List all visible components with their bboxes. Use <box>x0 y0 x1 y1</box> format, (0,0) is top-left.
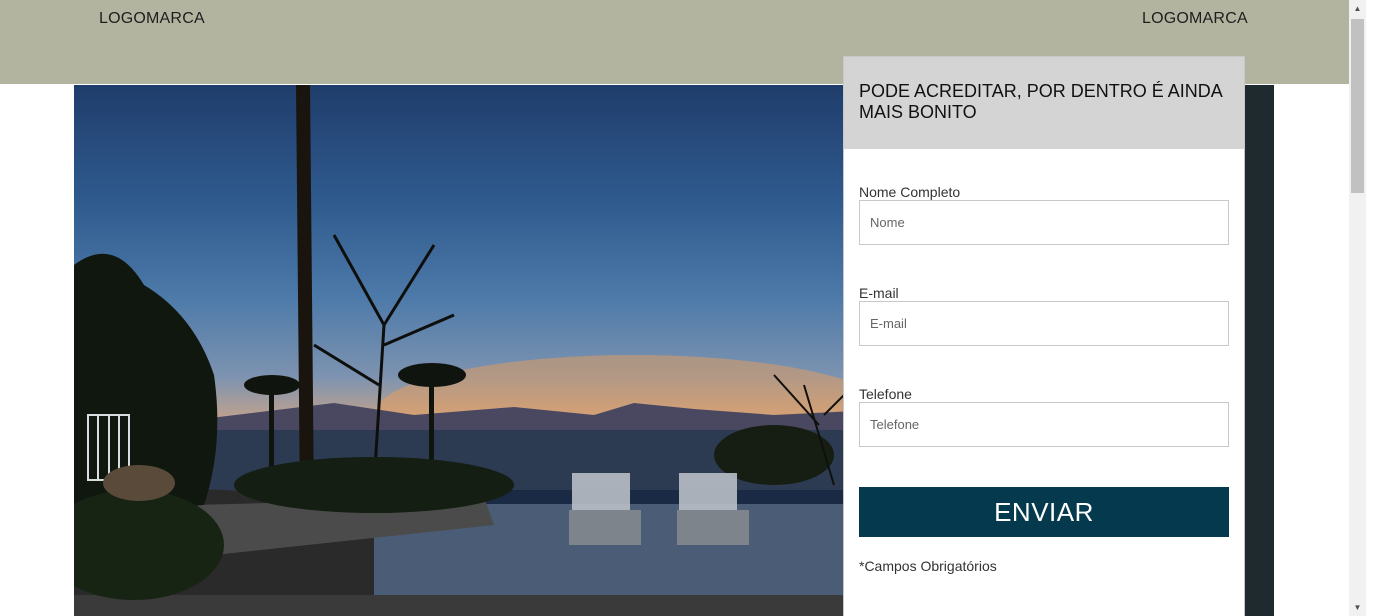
phone-input[interactable] <box>859 402 1229 447</box>
logo-left[interactable]: LOGOMARCA <box>99 10 205 28</box>
name-input[interactable] <box>859 200 1229 245</box>
required-fields-note: *Campos Obrigatórios <box>859 558 997 574</box>
arrow-down-icon[interactable]: ▼ <box>1349 599 1366 616</box>
arrow-up-icon[interactable]: ▲ <box>1349 0 1366 17</box>
logo-right[interactable]: LOGOMARCA <box>1142 10 1248 28</box>
form-title: PODE ACREDITAR, POR DENTRO É AINDA MAIS … <box>859 81 1222 122</box>
email-label: E-mail <box>859 285 899 301</box>
submit-button[interactable]: ENVIAR <box>859 487 1229 537</box>
form-header: PODE ACREDITAR, POR DENTRO É AINDA MAIS … <box>844 57 1244 149</box>
email-input[interactable] <box>859 301 1229 346</box>
lead-form: PODE ACREDITAR, POR DENTRO É AINDA MAIS … <box>843 56 1245 616</box>
vertical-scrollbar[interactable]: ▲ ▼ <box>1349 0 1366 616</box>
name-label: Nome Completo <box>859 184 961 200</box>
phone-label: Telefone <box>859 386 912 402</box>
scroll-thumb[interactable] <box>1351 19 1364 193</box>
window-edge <box>1366 0 1376 616</box>
